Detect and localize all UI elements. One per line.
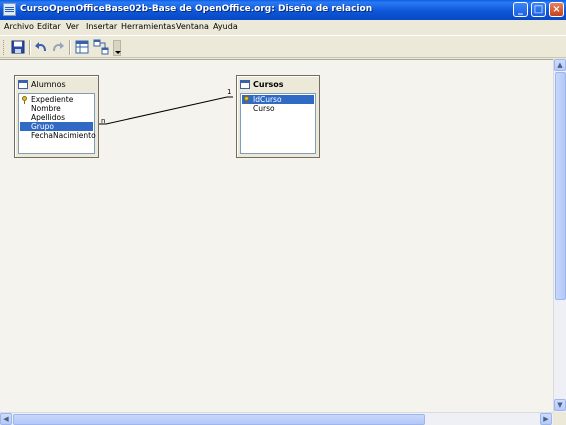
undo-icon[interactable] (33, 39, 49, 55)
menu-archivo[interactable]: Archivo (4, 22, 34, 31)
title-bar: CursoOpenOfficeBase02b-Base de OpenOffic… (0, 0, 566, 20)
table-title: Cursos (253, 80, 284, 89)
toolbar (0, 35, 566, 58)
scroll-left-icon[interactable]: ◀ (0, 413, 12, 425)
key-icon (22, 96, 27, 104)
relation-cardinality-n: n (101, 117, 106, 125)
new-relation-icon[interactable] (93, 39, 109, 55)
toolbar-separator (29, 40, 31, 55)
field-item[interactable]: Nombre (20, 104, 93, 113)
field-item[interactable]: Curso (242, 104, 314, 113)
field-label: Nombre (31, 104, 61, 113)
menu-insertar[interactable]: Insertar (86, 22, 117, 31)
field-list[interactable]: Expediente Nombre Apellidos Grupo FechaN… (18, 93, 96, 154)
table-window-cursos[interactable]: Cursos IdCurso Curso (236, 75, 320, 158)
save-icon[interactable] (10, 39, 26, 55)
menu-ventana[interactable]: Ventana (176, 22, 209, 31)
table-title: Alumnos (31, 80, 66, 89)
vertical-scroll-thumb[interactable] (555, 72, 566, 300)
table-icon (18, 80, 28, 89)
toolbar-separator (69, 40, 71, 55)
add-table-icon[interactable] (74, 39, 90, 55)
relation-cardinality-1: 1 (227, 88, 232, 96)
field-label: Apellidos (31, 113, 66, 122)
maximize-button[interactable]: □ (531, 2, 546, 17)
horizontal-scrollbar[interactable]: ◀ ▶ (0, 412, 553, 425)
toolbar-overflow-button[interactable] (113, 40, 121, 56)
menu-herramientas[interactable]: Herramientas (121, 22, 176, 31)
field-item[interactable]: Expediente (20, 95, 93, 104)
field-label: IdCurso (253, 95, 282, 104)
scroll-up-icon[interactable]: ▲ (554, 59, 566, 71)
horizontal-scroll-thumb[interactable] (13, 414, 425, 425)
redo-icon[interactable] (50, 39, 66, 55)
menu-editar[interactable]: Editar (37, 22, 61, 31)
field-label: Expediente (31, 95, 74, 104)
field-item[interactable]: FechaNacimiento (20, 131, 96, 140)
field-label: Curso (253, 104, 275, 113)
field-item-selected[interactable]: Grupo (20, 122, 93, 131)
field-list[interactable]: IdCurso Curso (240, 93, 316, 154)
vertical-scrollbar[interactable]: ▲ ▼ (553, 59, 566, 412)
field-item-selected[interactable]: IdCurso (242, 95, 314, 104)
table-window-alumnos[interactable]: Alumnos Expediente Nombre Apellidos Grup… (14, 75, 99, 158)
field-label: FechaNacimiento (31, 131, 96, 140)
table-header[interactable]: Cursos (239, 78, 317, 92)
menu-ver[interactable]: Ver (66, 22, 79, 31)
key-icon (244, 96, 249, 104)
close-button[interactable]: × (549, 2, 564, 17)
relation-design-area[interactable]: n 1 Alumnos Expediente Nombre Apellidos … (0, 59, 553, 413)
app-icon[interactable] (3, 3, 16, 16)
table-icon (240, 80, 250, 89)
toolbar-grip[interactable] (3, 40, 6, 55)
menu-bar: Archivo Editar Ver Insertar Herramientas… (0, 20, 566, 35)
field-label: Grupo (31, 122, 54, 131)
scrollbar-corner (553, 412, 566, 425)
scroll-down-icon[interactable]: ▼ (554, 399, 566, 411)
menu-ayuda[interactable]: Ayuda (213, 22, 238, 31)
window-title: CursoOpenOfficeBase02b-Base de OpenOffic… (20, 4, 373, 14)
table-header[interactable]: Alumnos (17, 78, 96, 92)
field-item[interactable]: Apellidos (20, 113, 93, 122)
minimize-button[interactable]: _ (513, 2, 528, 17)
scroll-right-icon[interactable]: ▶ (540, 413, 552, 425)
